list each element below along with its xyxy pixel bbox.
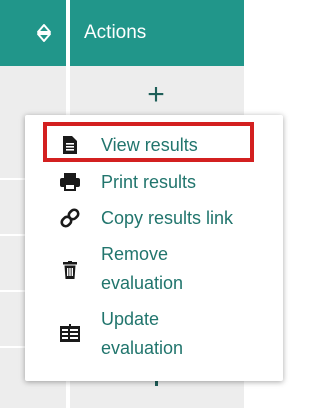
- trash-icon: [59, 259, 81, 281]
- actions-column-header: Actions: [84, 22, 147, 43]
- header-divider: [66, 0, 70, 66]
- sort-icon[interactable]: [36, 23, 52, 43]
- menu-item-print-results[interactable]: Print results: [25, 168, 283, 196]
- menu-item-label-line1: Remove: [101, 244, 169, 264]
- table-header: Actions: [0, 0, 244, 66]
- add-action-button[interactable]: +: [142, 76, 170, 114]
- menu-item-label: Copy results link: [101, 208, 234, 228]
- menu-item-label-line2: evaluation: [101, 338, 184, 358]
- printer-icon: [59, 171, 81, 193]
- actions-dropdown-menu: View results Print results Copy results …: [25, 115, 283, 381]
- menu-item-label-line1: Update: [101, 309, 160, 329]
- menu-item-copy-results-link[interactable]: Copy results link: [25, 204, 283, 232]
- sort-column-header[interactable]: [0, 0, 66, 66]
- highlight-box: [43, 122, 254, 162]
- list-edit-icon: [59, 322, 81, 344]
- menu-item-remove-evaluation[interactable]: Remove evaluation: [25, 240, 283, 300]
- menu-item-label: Print results: [101, 172, 197, 192]
- link-icon: [59, 207, 81, 229]
- menu-item-update-evaluation[interactable]: Update evaluation: [25, 305, 283, 365]
- menu-item-label-line2: evaluation: [101, 273, 184, 293]
